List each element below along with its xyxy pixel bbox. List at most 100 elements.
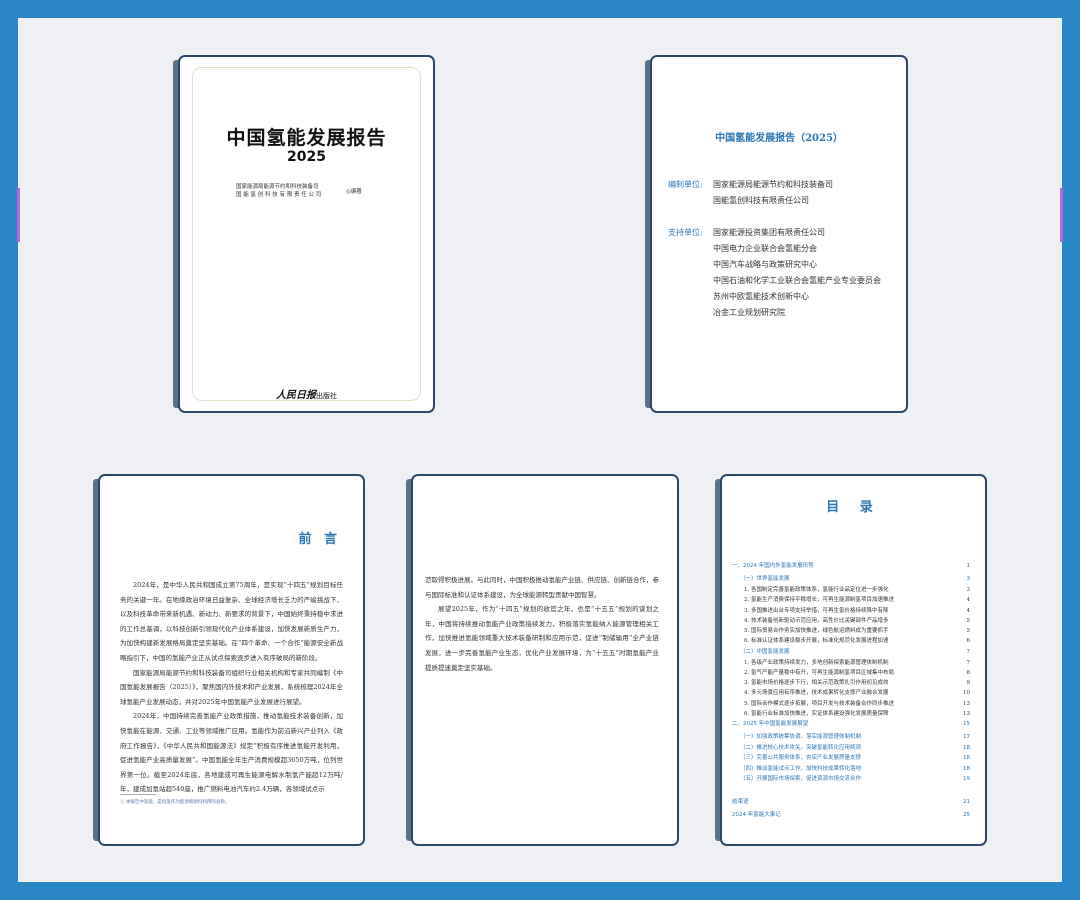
toc-page-number: 9 (966, 680, 971, 686)
preface-paragraph: 国家能源局能源节约和科技装备司组织行业相关机构和专家共同编制《中国氢能发展报告（… (120, 668, 343, 706)
contents-title: 目 录 (826, 500, 881, 515)
toc-entry-text: 4. 多元场景应用有序推进，技术成果转化支撑产业融合发展 (744, 690, 889, 696)
toc-entry-text: 3. 多国推进出台专项支持举措，可再生氢价格持续降中有降 (744, 608, 889, 614)
credits-title: 中国氢能发展报告（2025） (715, 133, 843, 144)
toc-entry-text: （二）中国氢能发展 (740, 649, 790, 655)
publisher-logo: 人民日报 (276, 390, 316, 401)
toc-entry-text: 5. 国际贸易合作务实加快推进，绿色航运燃料成为重要抓手 (744, 628, 889, 634)
preface-body: 2024年，是中华人民共和国成立第75周年，是实现“十四五”规划目标任务的关键一… (120, 578, 343, 797)
supporter-item: 中国石油和化学工业联合会氢能产业专业委员会 (713, 276, 881, 285)
cover-organization: 国家能源局能源节约和科技装备司 国 能 氢 创 科 技 有 限 责 任 公 司 (236, 183, 321, 199)
continuation-paragraph: 展望2025年，作为“十四五”规划的收官之年，也是“十五五”规划的谋划之年，中国… (425, 605, 659, 672)
toc-entry[interactable]: 2024 年氢能大事记 25 (732, 811, 970, 820)
footnote: ① 本报告中氢能，是指氢作为能源和燃料利用的总称。 (120, 800, 230, 805)
supporter-item: 中国电力企业联合会氢能分会 (713, 244, 817, 253)
toc-page-number: 4 (966, 608, 971, 614)
continuation-body: 范取得积极进展。与此同时，中国积极推动氢能产业链、供应链、创新链合作，参与国际标… (425, 573, 659, 675)
toc-entry[interactable]: （二）推进核心技术攻关，突破氢能转化应用瓶颈 18 (740, 744, 970, 753)
toc-page-number: 13 (963, 711, 970, 717)
toc-entry-text: 结束语 (732, 799, 749, 805)
toc-page-number: 1 (966, 563, 971, 569)
preface-paragraph: 2024年，中国持续完善氢能产业政策措施，推动氢能技术装备创新，加快氢能在能源、… (120, 712, 343, 794)
publisher: 人民日报出版社 (180, 386, 433, 401)
toc-entry[interactable]: （三）完善公共服务体系，夯实产业发展质量支撑 18 (740, 754, 970, 763)
toc-entry[interactable]: （五）开展国际市场探索，促进资源市场交流合作 19 (740, 775, 970, 784)
toc-entry[interactable]: 3. 多国推进出台专项支持举措，可再生氢价格持续降中有降 4 (744, 607, 970, 616)
toc-entry[interactable]: 6. 标准认证体系建设稳步开展，标准化规范化发展进程加速 6 (744, 637, 970, 646)
toc-entry-text: 1. 各级产业政策持续发力，多地创新探索能源管理体制机制 (744, 660, 889, 666)
toc-page-number: 8 (966, 670, 971, 676)
toc-entry-text: 6. 氢能行业标准加快推进，实证体系建设强化发展质量保障 (744, 711, 889, 717)
toc-page-number: 18 (963, 745, 970, 751)
cover-title: 中国氢能发展报告 (226, 127, 387, 149)
toc-entry-text: 4. 技术装备创新驱动示范应用，高性价比关键部件产品增多 (744, 618, 889, 624)
toc-entry-text: 2. 氢气产能产量稳中有升，可再生能源制氢项目区域集中布局 (744, 670, 894, 676)
cover-year: 2025 (287, 149, 326, 165)
toc-page-number: 6 (966, 638, 971, 644)
toc-entry-text: 3. 氢能市场价格逐步下行，相关示范政策扎引作用初见成效 (744, 680, 889, 686)
toc-page-number: 18 (963, 766, 970, 772)
toc-entry-text: 1. 各国制定完善氢能政策体系，氢能行业品定位进一步强化 (744, 587, 889, 593)
toc-page-number: 17 (963, 734, 970, 740)
supporter-label: 支持单位: (668, 228, 703, 237)
toc-entry[interactable]: （四）推动氢能试点工作，加快科技成果转化落地 18 (740, 765, 970, 774)
toc-entry[interactable]: 5. 国际贸易合作务实加快推进，绿色航运燃料成为重要抓手 5 (744, 627, 970, 636)
toc-entry[interactable]: 6. 氢能行业标准加快推进，实证体系建设强化发展质量保障 13 (744, 710, 970, 719)
toc-entry[interactable]: （一）世界氢能发展 3 (740, 575, 970, 584)
cover-page[interactable]: 中国氢能发展报告 2025 国家能源局能源节约和科技装备司 国 能 氢 创 科 … (178, 55, 435, 413)
compiler-item: 国能氢创科技有限责任公司 (713, 196, 809, 205)
toc-page-number: 7 (966, 649, 971, 655)
cover-edit-mark: ◎编著 (346, 189, 362, 195)
toc-entry-text: 5. 国际合作模式逐步拓展，项目开发与技术装备合作同步推进 (744, 701, 894, 707)
toc-entry[interactable]: 5. 国际合作模式逐步拓展，项目开发与技术装备合作同步推进 13 (744, 700, 970, 709)
toc-page-number: 25 (963, 812, 970, 818)
toc-page-number: 10 (963, 690, 970, 696)
toc-entry[interactable]: （二）中国氢能发展 7 (740, 648, 970, 657)
toc-entry[interactable]: 1. 各国制定完善氢能政策体系，氢能行业品定位进一步强化 3 (744, 586, 970, 595)
continuation-page[interactable]: 范取得积极进展。与此同时，中国积极推动氢能产业链、供应链、创新链合作，参与国际标… (411, 474, 679, 846)
toc-page-number: 13 (963, 701, 970, 707)
publisher-suffix: 出版社 (316, 392, 337, 400)
cover-frame (192, 67, 421, 401)
footnote-divider (120, 794, 156, 795)
preface-page[interactable]: 前 言 2024年，是中华人民共和国成立第75周年，是实现“十四五”规划目标任务… (98, 474, 365, 846)
credits-page[interactable]: 中国氢能发展报告（2025） 编制单位: 国家能源局能源节约和科技装备司 国能氢… (650, 55, 908, 413)
toc-entry[interactable]: 结束语 21 (732, 798, 970, 807)
supporter-item: 国家能源投资集团有限责任公司 (713, 228, 825, 237)
cover-org-line: 国家能源局能源节约和科技装备司 (236, 184, 319, 190)
toc-page-number: 19 (963, 776, 970, 782)
toc-entry[interactable]: （一）加强政策统筹协调，落实能源管理体制机制 17 (740, 733, 970, 742)
preface-paragraph: 2024年，是中华人民共和国成立第75周年，是实现“十四五”规划目标任务的关键一… (120, 581, 343, 662)
toc-entry[interactable]: 4. 技术装备创新驱动示范应用，高性价比关键部件产品增多 5 (744, 617, 970, 626)
toc-page-number: 7 (966, 660, 971, 666)
toc-entry[interactable]: 二、2025 年中国氢能发展展望 15 (732, 720, 970, 729)
right-edge-marker (1060, 188, 1063, 242)
supporter-item: 苏州中欧氢能技术创新中心 (713, 292, 809, 301)
toc-entry-text: 二、2025 年中国氢能发展展望 (732, 721, 809, 727)
left-edge-marker (17, 188, 20, 242)
supporter-row: 支持单位: (668, 227, 714, 238)
toc-entry-text: （四）推动氢能试点工作，加快科技成果转化落地 (740, 766, 862, 772)
toc-entry[interactable]: 4. 多元场景应用有序推进，技术成果转化支撑产业融合发展 10 (744, 689, 970, 698)
supporter-item: 冶金工业规划研究院 (713, 308, 785, 317)
toc-entry-text: （一）世界氢能发展 (740, 576, 790, 582)
continuation-paragraph: 范取得积极进展。与此同时，中国积极推动氢能产业链、供应链、创新链合作，参与国际标… (425, 576, 659, 599)
cover-org-line: 国 能 氢 创 科 技 有 限 责 任 公 司 (236, 192, 322, 198)
contents-page[interactable]: 目 录 一、2024 年国内外氢能发展形势 1 （一）世界氢能发展 3 1. 各国制定完… (720, 474, 987, 846)
toc-entry[interactable]: 1. 各级产业政策持续发力，多地创新探索能源管理体制机制 7 (744, 659, 970, 668)
toc-entry-text: （二）推进核心技术攻关，突破氢能转化应用瓶颈 (740, 745, 862, 751)
toc-entry-text: 2. 氢能生产消费保持平稳增长，可再生能源制氢项目加速推进 (744, 597, 894, 603)
toc-page-number: 3 (966, 576, 971, 582)
toc-entry[interactable]: 2. 氢能生产消费保持平稳增长，可再生能源制氢项目加速推进 4 (744, 596, 970, 605)
toc-page-number: 18 (963, 755, 970, 761)
toc-entry-text: （五）开展国际市场探索，促进资源市场交流合作 (740, 776, 862, 782)
compiler-item: 国家能源局能源节约和科技装备司 (713, 180, 833, 189)
toc-entry-text: 一、2024 年国内外氢能发展形势 (732, 563, 814, 569)
toc-page-number: 3 (966, 587, 971, 593)
compiler-row: 编制单位: (668, 179, 714, 190)
toc-entry[interactable]: 2. 氢气产能产量稳中有升，可再生能源制氢项目区域集中布局 8 (744, 669, 970, 678)
toc-entry-text: 6. 标准认证体系建设稳步开展，标准化规范化发展进程加速 (744, 638, 889, 644)
toc-entry[interactable]: 一、2024 年国内外氢能发展形势 1 (732, 562, 970, 571)
toc-entry[interactable]: 3. 氢能市场价格逐步下行，相关示范政策扎引作用初见成效 9 (744, 679, 970, 688)
toc-page-number: 4 (966, 597, 971, 603)
